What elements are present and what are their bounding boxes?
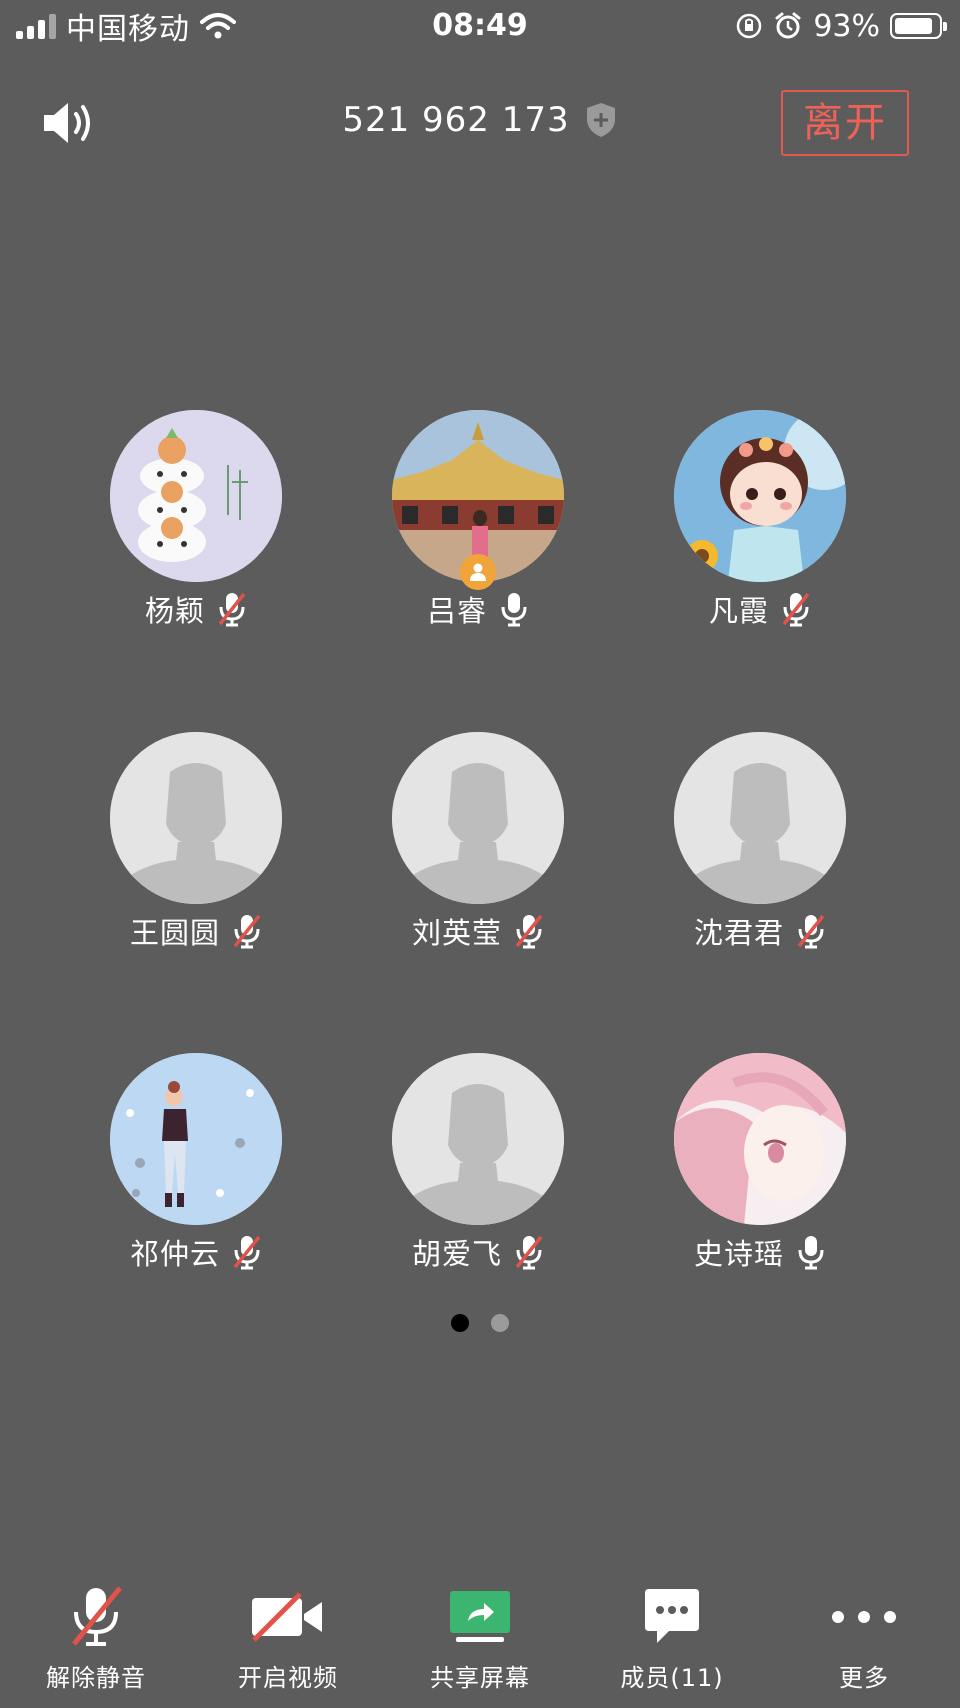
participant-tile[interactable]: 杨颖 (70, 408, 330, 628)
unmute-button[interactable]: 解除静音 (0, 1580, 192, 1692)
mic-muted-icon (218, 592, 246, 627)
default-avatar (674, 732, 846, 904)
participant-name: 史诗瑶 (693, 1237, 784, 1271)
participant-tile[interactable]: 沈君君 (634, 730, 894, 950)
participant-name-row: 凡霞 (634, 588, 886, 630)
chat-bubble-icon (645, 1589, 699, 1643)
participant-name: 吕睿 (426, 594, 487, 628)
meeting-header: 521 962 173 离开 (0, 80, 960, 168)
mic-muted-icon (515, 1235, 543, 1270)
page-dot-active[interactable] (451, 1314, 469, 1332)
meeting-screen: 中国移动 08:49 93% 521 962 173 离开 杨颖 吕睿 凡霞 王… (0, 0, 960, 1708)
participant-tile[interactable]: 凡霞 (634, 408, 894, 628)
participant-name-row: 沈君君 (634, 910, 886, 952)
participant-tile[interactable]: 史诗瑶 (634, 1051, 894, 1271)
participant-tile[interactable]: 王圆圆 (70, 730, 330, 950)
leave-button[interactable]: 离开 (781, 90, 909, 156)
participant-name: 胡爱飞 (411, 1237, 502, 1271)
page-dot[interactable] (491, 1314, 509, 1332)
participant-name: 沈君君 (693, 916, 784, 950)
default-avatar (110, 732, 282, 904)
battery-percent: 93% (813, 8, 880, 44)
participant-name-row: 杨颖 (70, 588, 322, 630)
status-bar: 中国移动 08:49 93% (0, 0, 960, 52)
participant-name: 祁仲云 (129, 1237, 220, 1271)
mic-muted-icon (233, 914, 261, 949)
participant-name: 凡霞 (708, 594, 769, 628)
anime-girl-avatar (674, 1053, 846, 1225)
page-indicator[interactable] (0, 1314, 960, 1332)
status-right: 93% (735, 6, 947, 46)
fashion-girl-avatar (110, 1053, 282, 1225)
host-badge-icon (460, 554, 496, 590)
participant-tile[interactable]: 刘英莹 (352, 730, 612, 950)
alarm-icon (775, 12, 801, 39)
cartoon-girl-avatar (674, 410, 846, 582)
participant-name-row: 史诗瑶 (634, 1231, 886, 1273)
share-screen-button[interactable]: 共享屏幕 (384, 1580, 576, 1692)
participant-name-row: 祁仲云 (70, 1231, 322, 1273)
participant-name-row: 刘英莹 (352, 910, 604, 952)
participant-tile[interactable]: 吕睿 (352, 408, 612, 628)
share-screen-icon (450, 1591, 510, 1642)
meeting-id: 521 962 173 (342, 100, 570, 140)
start-video-label: 开启视频 (238, 1664, 338, 1692)
members-button[interactable]: 成员(11) (576, 1580, 768, 1692)
mic-muted-icon (797, 914, 825, 949)
mic-icon (501, 593, 527, 627)
mic-muted-icon (233, 1235, 261, 1270)
more-dots-icon (832, 1611, 896, 1623)
shield-icon (586, 103, 615, 137)
participant-name: 王圆圆 (129, 916, 220, 950)
participant-name-row: 胡爱飞 (352, 1231, 604, 1273)
cat-avatar (110, 410, 282, 582)
share-screen-label: 共享屏幕 (430, 1664, 530, 1692)
battery-icon (890, 13, 947, 39)
default-avatar (392, 732, 564, 904)
mic-icon (798, 1236, 824, 1270)
participant-tile[interactable]: 胡爱飞 (352, 1051, 612, 1271)
participant-tile[interactable]: 祁仲云 (70, 1051, 330, 1271)
participant-name-row: 王圆圆 (70, 910, 322, 952)
start-video-button[interactable]: 开启视频 (192, 1580, 384, 1692)
unmute-label: 解除静音 (46, 1664, 146, 1692)
participant-name: 杨颖 (144, 594, 205, 628)
video-off-icon (252, 1592, 322, 1642)
default-avatar (392, 1053, 564, 1225)
mic-muted-icon (72, 1586, 122, 1646)
battery-fill (895, 18, 932, 34)
mic-muted-icon (782, 592, 810, 627)
more-button[interactable]: 更多 (768, 1580, 960, 1692)
rotation-lock-icon (737, 13, 762, 39)
members-label: 成员(11) (620, 1664, 724, 1692)
more-label: 更多 (839, 1664, 889, 1692)
participant-name: 刘英莹 (411, 916, 502, 950)
mic-muted-icon (515, 914, 543, 949)
participant-name-row: 吕睿 (352, 588, 604, 630)
bottom-toolbar: 解除静音 开启视频 共享屏幕 成员(11) 更多 (0, 1580, 960, 1708)
